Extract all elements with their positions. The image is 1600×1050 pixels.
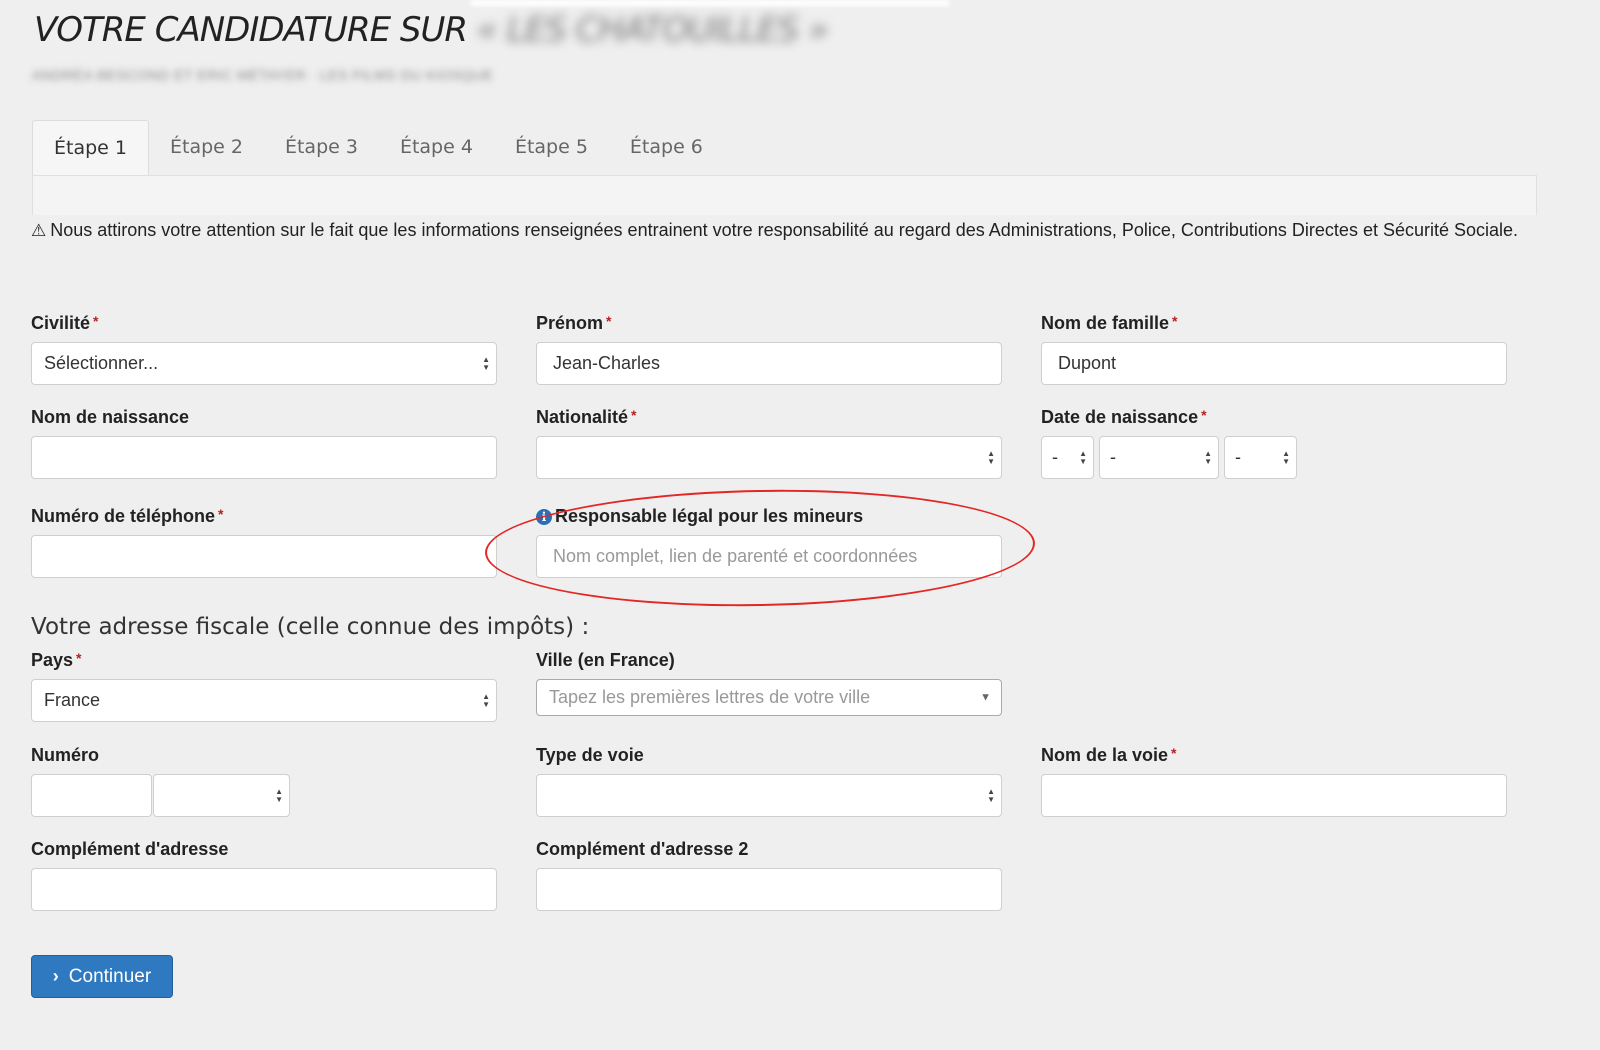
- telephone-input[interactable]: [31, 535, 497, 578]
- complement2-input[interactable]: [536, 868, 1002, 911]
- select-arrows-icon: ▲ ▼: [275, 786, 283, 804]
- chevron-right-icon: ›: [52, 966, 59, 986]
- select-arrows-icon: ▲ ▼: [1204, 448, 1212, 466]
- nom-famille-input[interactable]: Dupont: [1041, 342, 1507, 385]
- civilite-label-text: Civilité: [31, 313, 91, 333]
- birth-day-select[interactable]: - ▲ ▼: [1041, 436, 1094, 479]
- required-marker: *: [1201, 407, 1207, 423]
- telephone-label-text: Numéro de téléphone: [31, 506, 216, 526]
- warning-triangle-icon: ⚠: [31, 221, 47, 240]
- redacted-stripe: [470, 0, 950, 6]
- pays-select[interactable]: France ▲ ▼: [31, 679, 497, 722]
- nom-voie-label: Nom de la voie *: [1041, 745, 1177, 766]
- prenom-input[interactable]: Jean-Charles: [536, 342, 1002, 385]
- select-arrows-icon: ▲ ▼: [987, 786, 995, 804]
- date-naissance-label-text: Date de naissance: [1041, 407, 1199, 427]
- nom-naissance-label: Nom de naissance: [31, 407, 190, 427]
- tab-step-3[interactable]: Étape 3: [264, 120, 379, 175]
- nationalite-label-text: Nationalité: [536, 407, 629, 427]
- annotation-ellipse: [484, 485, 1036, 611]
- page-title: VOTRE CANDIDATURE SUR « LES CHATOUILLES »: [34, 10, 829, 50]
- continue-button[interactable]: › Continuer: [31, 955, 173, 998]
- type-voie-select[interactable]: ▲ ▼: [536, 774, 1002, 817]
- numero-label: Numéro: [31, 745, 100, 765]
- date-naissance-label: Date de naissance *: [1041, 407, 1207, 428]
- select-arrows-icon: ▲ ▼: [987, 448, 995, 466]
- nom-naissance-input[interactable]: [31, 436, 497, 479]
- continue-button-label: Continuer: [68, 965, 152, 987]
- type-voie-label: Type de voie: [536, 745, 644, 765]
- birth-month-select[interactable]: - ▲ ▼: [1099, 436, 1219, 479]
- required-marker: *: [76, 650, 82, 666]
- caret-down-icon: ▼: [980, 691, 991, 703]
- step-tabs: Étape 1 Étape 2 Étape 3 Étape 4 Étape 5 …: [32, 120, 724, 175]
- required-marker: *: [631, 407, 637, 423]
- required-marker: *: [606, 313, 612, 329]
- select-arrows-icon: ▲ ▼: [1282, 448, 1290, 466]
- pays-label: Pays *: [31, 650, 82, 671]
- tab-step-2[interactable]: Étape 2: [149, 120, 264, 175]
- tab-step-5[interactable]: Étape 5: [494, 120, 609, 175]
- page-title-redacted: « LES CHATOUILLES »: [476, 10, 829, 50]
- civilite-select-value: Sélectionner...: [44, 353, 159, 373]
- nom-voie-label-text: Nom de la voie: [1041, 745, 1169, 765]
- select-arrows-icon: ▲ ▼: [482, 354, 490, 372]
- complement-label: Complément d'adresse: [31, 839, 229, 859]
- civilite-label: Civilité *: [31, 313, 98, 334]
- numero-suffix-select[interactable]: ▲ ▼: [153, 774, 290, 817]
- nom-famille-label: Nom de famille *: [1041, 313, 1177, 334]
- pays-select-value: France: [44, 690, 101, 710]
- address-heading: Votre adresse fiscale (celle connue des …: [31, 614, 590, 640]
- prenom-label: Prénom *: [536, 313, 611, 334]
- civilite-select[interactable]: Sélectionner... ▲ ▼: [31, 342, 497, 385]
- birth-year-select[interactable]: - ▲ ▼: [1224, 436, 1297, 479]
- birth-day-value: -: [1052, 447, 1058, 467]
- birth-month-value: -: [1110, 447, 1116, 467]
- ville-label: Ville (en France): [536, 650, 675, 670]
- tab-step-1[interactable]: Étape 1: [32, 120, 149, 175]
- tab-panel: [32, 175, 1537, 215]
- birth-year-value: -: [1235, 447, 1241, 467]
- prenom-label-text: Prénom: [536, 313, 604, 333]
- required-marker: *: [93, 313, 99, 329]
- nationalite-label: Nationalité *: [536, 407, 636, 428]
- select-arrows-icon: ▲ ▼: [1079, 448, 1087, 466]
- warning-message: ⚠ Nous attirons votre attention sur le fa…: [31, 218, 1551, 243]
- ville-placeholder: Tapez les premières lettres de votre vil…: [549, 687, 871, 707]
- nom-voie-input[interactable]: [1041, 774, 1507, 817]
- required-marker: *: [1172, 313, 1178, 329]
- telephone-label: Numéro de téléphone *: [31, 506, 223, 527]
- page-title-text: VOTRE CANDIDATURE SUR: [34, 10, 468, 50]
- numero-input[interactable]: [31, 774, 152, 817]
- complement2-label: Complément d'adresse 2: [536, 839, 749, 859]
- nom-famille-label-text: Nom de famille: [1041, 313, 1170, 333]
- pays-label-text: Pays: [31, 650, 74, 670]
- tab-step-6[interactable]: Étape 6: [609, 120, 724, 175]
- tab-step-4[interactable]: Étape 4: [379, 120, 494, 175]
- nationalite-select[interactable]: ▲ ▼: [536, 436, 1002, 479]
- required-marker: *: [218, 506, 224, 522]
- ville-combobox[interactable]: Tapez les premières lettres de votre vil…: [536, 679, 1002, 716]
- page-subtitle-redacted: ANDRÉA BESCOND ET ERIC MÉTAYER · LES FIL…: [32, 67, 494, 83]
- required-marker: *: [1171, 745, 1177, 761]
- complement-input[interactable]: [31, 868, 497, 911]
- select-arrows-icon: ▲ ▼: [482, 691, 490, 709]
- warning-text: Nous attirons votre attention sur le fai…: [50, 220, 1519, 240]
